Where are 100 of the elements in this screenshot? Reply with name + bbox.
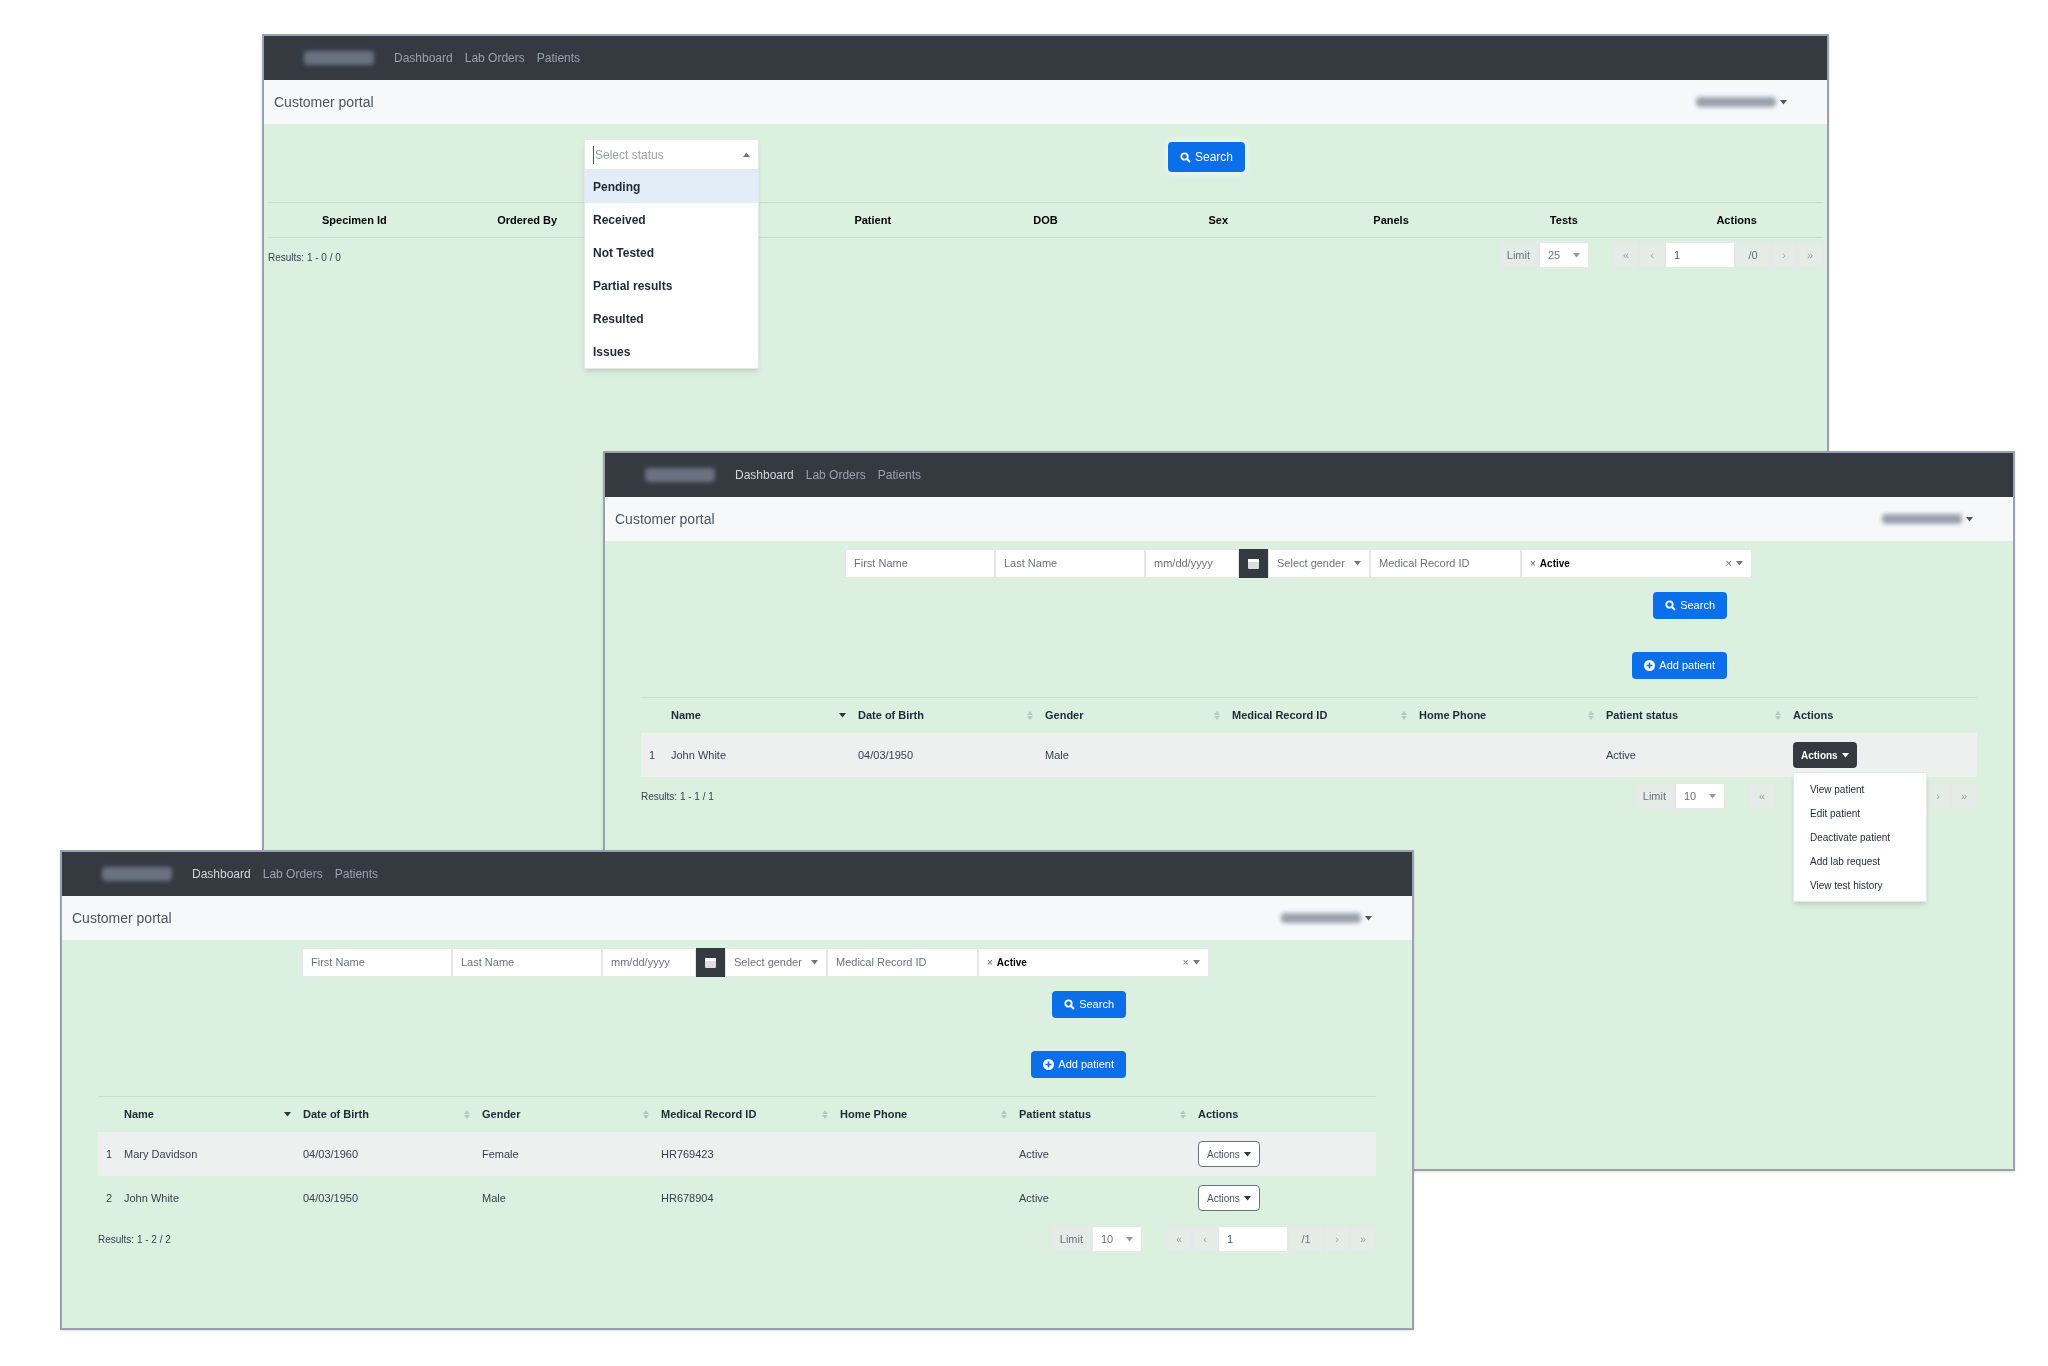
caret-icon [1573,252,1580,258]
column-header: Medical Record ID [1232,708,1328,724]
dropdown-option[interactable]: Not Tested [585,236,758,269]
search-icon [1665,600,1677,611]
input-field[interactable]: mm/dd/yyyy [602,948,696,977]
input-field[interactable]: Medical Record ID [1370,549,1521,578]
table-cell: HR678904 [661,1191,714,1204]
nav-link[interactable]: Lab Orders [805,466,866,484]
actions-button[interactable]: Actions [1793,742,1857,768]
caret-icon [1193,960,1200,965]
tag-remove-button[interactable]: × [987,955,993,970]
nav-link[interactable]: Dashboard [192,865,251,883]
nav-link[interactable]: Patients [334,865,379,883]
table-cell: 04/03/1950 [858,748,914,761]
input-field[interactable]: mm/dd/yyyy [1145,549,1239,578]
calendar-button[interactable] [1239,549,1268,578]
gender-select[interactable]: Select gender [725,948,827,977]
menu-item[interactable]: Add lab request [1794,849,1926,873]
caret-icon [1736,561,1743,566]
table-cell: Active [1606,748,1636,761]
column-header: Home Phone [1419,708,1487,724]
nav-link[interactable]: Patients [536,49,581,67]
column-header: Gender [1045,708,1084,724]
menu-item[interactable]: View test history [1794,873,1926,897]
column-header: Patient [853,212,893,228]
actions-button[interactable]: Actions [1198,1141,1260,1167]
caret-icon [1966,516,1973,522]
search-button[interactable]: Search [1168,142,1246,172]
status-multiselect[interactable]: × Active × [1521,549,1752,578]
limit-label: Limit [1633,783,1675,809]
page-input[interactable]: 1 [1665,242,1735,268]
caret-icon [743,152,750,157]
table-cell: John White [124,1191,180,1204]
column-header: Date of Birth [303,1107,369,1123]
dropdown-option[interactable]: Partial results [585,269,758,302]
column-header: Sex [1207,212,1230,228]
table-cell: Active [1019,1191,1049,1204]
column-header: Gender [482,1107,521,1123]
caret-icon [1243,1151,1251,1157]
blurred-user-menu[interactable] [1696,97,1787,107]
nav-link[interactable]: Dashboard [735,466,794,484]
results-count: Results: 1 - 0 / 0 [268,251,341,265]
column-header: Patient status [1606,708,1679,724]
blurred-logo [102,867,172,881]
nav-link[interactable]: Patients [877,466,922,484]
nav-link[interactable]: Lab Orders [464,49,525,67]
limit-select[interactable]: 25 [1539,242,1589,268]
page-title: Customer portal [72,908,172,928]
blurred-user-menu[interactable] [1882,514,1973,524]
dropdown-option[interactable]: Issues [585,335,758,368]
input-field[interactable]: Last Name [995,549,1145,578]
nav-link[interactable]: Dashboard [394,49,453,67]
table-cell: Male [1045,748,1069,761]
caret-icon [1780,99,1787,105]
search-button[interactable]: Search [1052,991,1126,1018]
menu-item[interactable]: Deactivate patient [1794,825,1926,849]
calendar-button[interactable] [696,948,725,977]
limit-select[interactable]: 10 [1675,783,1725,809]
table-cell: 1 [649,748,656,761]
add-patient-button[interactable]: Add patient [1632,652,1727,679]
page-total: /0 [1735,242,1771,268]
page-input[interactable]: 1 [1218,1226,1288,1252]
search-button[interactable]: Search [1653,592,1727,619]
results-count: Results: 1 - 2 / 2 [98,1232,171,1247]
status-multiselect[interactable]: × Active × [978,948,1209,977]
table-cell: Active [1019,1147,1049,1160]
gender-select[interactable]: Select gender [1268,549,1370,578]
column-header: Name [671,708,701,724]
limit-label: Limit [1497,242,1539,268]
limit-select[interactable]: 10 [1092,1226,1142,1252]
actions-button[interactable]: Actions [1198,1185,1260,1211]
tag-remove-button[interactable]: × [1530,556,1536,571]
caret-icon [1126,1236,1133,1242]
menu-item[interactable]: View patient [1794,777,1926,801]
nav-link[interactable]: Lab Orders [262,865,323,883]
table-cell: John White [671,748,727,761]
dropdown-option[interactable]: Resulted [585,302,758,335]
status-tag: Active [1539,556,1722,571]
column-header: Date of Birth [858,708,924,724]
column-header: Tests [1548,212,1579,228]
column-header: Specimen Id [321,212,388,228]
calendar-icon [1248,558,1259,569]
input-field[interactable]: First Name [845,549,995,578]
clear-button[interactable]: × [1725,555,1732,572]
menu-item[interactable]: Edit patient [1794,801,1926,825]
column-header: Home Phone [840,1107,908,1123]
column-header: Actions [1715,212,1758,228]
input-field[interactable]: First Name [302,948,452,977]
blurred-user-menu[interactable] [1281,913,1372,923]
clear-button[interactable]: × [1182,954,1189,971]
table-cell: Male [482,1191,506,1204]
table-cell: 1 [106,1147,113,1160]
input-field[interactable]: Medical Record ID [827,948,978,977]
dropdown-option[interactable]: Received [585,203,758,236]
table-cell: 04/03/1950 [303,1191,359,1204]
input-field[interactable]: Last Name [452,948,602,977]
add-patient-button[interactable]: Add patient [1031,1051,1126,1078]
caret-icon [1841,752,1849,758]
dropdown-option[interactable]: Pending [585,170,758,203]
column-header: Name [124,1107,154,1123]
